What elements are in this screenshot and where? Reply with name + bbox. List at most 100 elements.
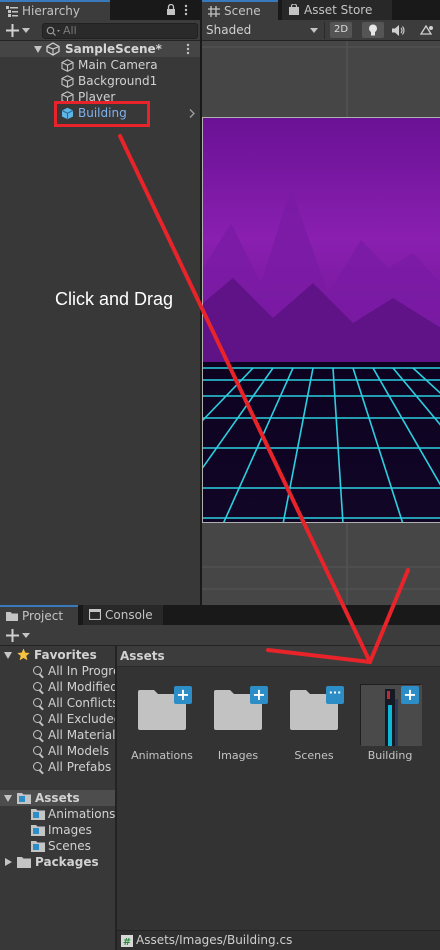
- assets-root-row[interactable]: Assets: [0, 790, 115, 806]
- favorite-item-label: All Modified: [48, 680, 118, 694]
- asset-folder-animations[interactable]: Animations: [0, 806, 115, 822]
- lightbulb-icon: [369, 24, 377, 36]
- svg-text:#: #: [123, 937, 131, 947]
- hierarchy-item-label: Main Camera: [78, 58, 158, 72]
- favorite-item[interactable]: All Prefabs: [0, 759, 115, 775]
- packages-row[interactable]: Packages: [0, 854, 115, 870]
- asset-folder-label: Images: [48, 823, 92, 837]
- scene-toolbar: Shaded 2D: [202, 20, 440, 41]
- toggle-2d-button[interactable]: 2D: [330, 22, 352, 38]
- favorite-item-label: All In Progre: [48, 664, 121, 678]
- console-icon: [89, 609, 101, 620]
- search-icon: [33, 762, 42, 771]
- collapse-arrow-icon[interactable]: [5, 858, 12, 866]
- tab-hierarchy-label: Hierarchy: [22, 4, 81, 18]
- add-plus-icon[interactable]: [6, 629, 19, 642]
- kebab-menu-icon[interactable]: [184, 4, 188, 16]
- tab-hierarchy[interactable]: Hierarchy: [0, 0, 110, 21]
- scene-grid-area[interactable]: [202, 41, 440, 605]
- hierarchy-tabbar: Hierarchy: [0, 0, 200, 21]
- dropdown-arrow-icon[interactable]: [310, 28, 318, 33]
- lock-icon[interactable]: [166, 4, 176, 16]
- gameobject-cube-icon: [61, 75, 74, 88]
- asset-tile-animations[interactable]: + Animations: [127, 682, 197, 762]
- unity-scene-icon: [46, 42, 60, 56]
- packages-label: Packages: [35, 855, 99, 869]
- favorite-item[interactable]: All Modified: [0, 679, 118, 695]
- asset-tile-label: Scenes: [294, 749, 334, 762]
- hierarchy-item-main-camera[interactable]: Main Camera: [0, 57, 200, 73]
- audio-speaker-icon[interactable]: [392, 25, 405, 36]
- add-plus-icon[interactable]: [6, 24, 19, 37]
- asset-tile-label: Building: [367, 749, 413, 762]
- breadcrumb-assets[interactable]: Assets: [120, 646, 165, 667]
- scene-menu-icon[interactable]: [186, 43, 190, 55]
- scene-grid-icon: [208, 6, 220, 17]
- csharp-script-icon: #: [121, 935, 133, 947]
- project-toolbar: [0, 625, 440, 646]
- folder-icon: [6, 612, 18, 621]
- tab-project[interactable]: Project: [0, 605, 78, 626]
- breadcrumb-bar: Assets: [117, 646, 440, 667]
- hierarchy-toolbar: All: [0, 20, 200, 41]
- search-icon: [33, 698, 42, 707]
- project-panel: Project Console Favorites All In Progre: [0, 605, 440, 950]
- gameobject-cube-icon: [61, 59, 74, 72]
- tab-scene[interactable]: Scene: [202, 0, 278, 21]
- selection-highlight-box: [54, 101, 150, 127]
- tab-project-label: Project: [22, 609, 64, 623]
- add-dropdown-arrow-icon[interactable]: [22, 633, 30, 638]
- asset-folder-images[interactable]: Images: [0, 822, 115, 838]
- chevron-right-icon[interactable]: [189, 109, 195, 118]
- folder-icon: [17, 857, 31, 868]
- annotation-text: Click and Drag: [55, 289, 174, 309]
- expand-arrow-icon[interactable]: [34, 46, 42, 53]
- asset-tile-building[interactable]: + Building: [354, 682, 424, 762]
- add-dropdown-arrow-icon[interactable]: [22, 28, 30, 33]
- asset-folder-label: Animations: [48, 807, 116, 821]
- asset-tile-images[interactable]: + Images: [203, 682, 273, 762]
- asset-tile-scenes[interactable]: ··· Scenes: [279, 682, 349, 762]
- expand-arrow-icon[interactable]: [4, 652, 12, 659]
- asset-folder-label: Scenes: [48, 839, 91, 853]
- favorites-label: Favorites: [34, 648, 97, 662]
- lighting-toggle-button[interactable]: [362, 22, 384, 38]
- favorites-header[interactable]: Favorites: [0, 647, 115, 663]
- shading-mode-dropdown[interactable]: Shaded: [206, 20, 251, 40]
- asset-path-text: Assets/Images/Building.cs: [136, 933, 293, 947]
- favorite-item[interactable]: All Excluded: [0, 711, 121, 727]
- search-icon: [33, 746, 42, 755]
- search-icon: [33, 682, 42, 691]
- favorite-item[interactable]: All In Progre: [0, 663, 120, 679]
- background-sprite[interactable]: [202, 117, 440, 523]
- asset-folder-scenes[interactable]: Scenes: [0, 838, 115, 854]
- hierarchy-item-background1[interactable]: Background1: [0, 73, 200, 89]
- add-badge: +: [174, 686, 192, 704]
- expand-arrow-icon[interactable]: [4, 795, 12, 802]
- tab-console[interactable]: Console: [83, 605, 163, 626]
- favorite-item[interactable]: All Materials: [0, 727, 122, 743]
- star-icon: [17, 648, 30, 661]
- folder-icon: [31, 841, 45, 852]
- tab-asset-store-label: Asset Store: [304, 3, 373, 17]
- toolbar-separator: [324, 22, 325, 39]
- asset-path-statusbar: # Assets/Images/Building.cs: [117, 930, 440, 950]
- favorite-item[interactable]: All Conflicts: [0, 695, 118, 711]
- tab-scene-label: Scene: [224, 4, 261, 18]
- store-bag-icon: [289, 4, 299, 15]
- hierarchy-search-field[interactable]: All: [42, 23, 198, 39]
- assets-label: Assets: [35, 791, 80, 805]
- more-badge: ···: [326, 686, 344, 704]
- project-tree: Favorites All In Progre All Modified All…: [0, 646, 122, 950]
- hierarchy-list-icon: [6, 6, 18, 17]
- hierarchy-item-label: Background1: [78, 74, 158, 88]
- search-icon: [46, 26, 60, 36]
- add-badge: +: [401, 686, 419, 704]
- asset-tile-label: Animations: [131, 749, 193, 762]
- scene-tabbar: Scene Asset Store: [202, 0, 440, 21]
- tab-asset-store[interactable]: Asset Store: [282, 0, 392, 21]
- scene-root-row[interactable]: SampleScene*: [0, 41, 200, 57]
- effects-icon[interactable]: [420, 25, 434, 36]
- favorite-item[interactable]: All Models: [0, 743, 115, 759]
- asset-tile-label: Images: [217, 749, 259, 762]
